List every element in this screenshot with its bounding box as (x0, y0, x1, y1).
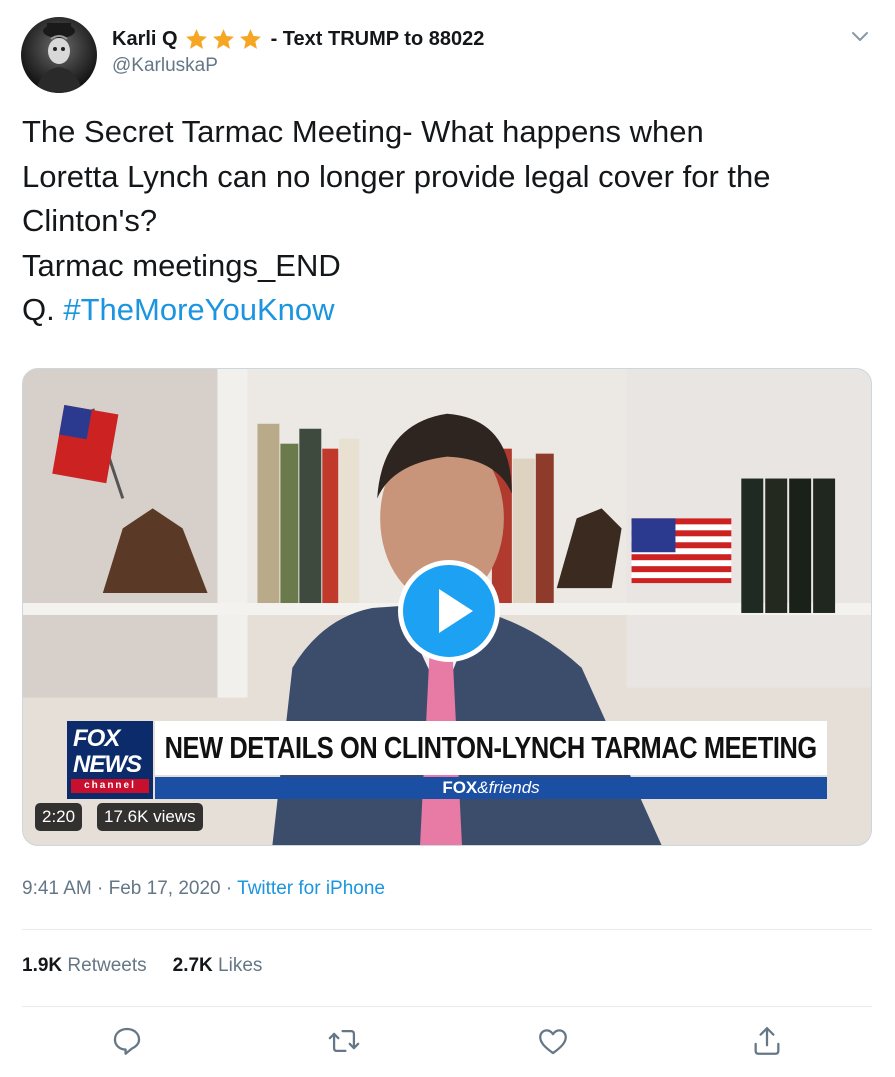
tweet-text-last-line: Q. #TheMoreYouKnow (22, 288, 872, 333)
retweet-button[interactable] (327, 1024, 361, 1058)
avatar-image (35, 23, 83, 93)
show-name-friends: &friends (477, 778, 540, 797)
tweet-meta: 9:41 AM · Feb 17, 2020 · Twitter for iPh… (22, 878, 385, 900)
meta-separator: · (225, 878, 233, 899)
reply-button[interactable] (110, 1024, 144, 1058)
tweet-text-line: Loretta Lynch can no longer provide lega… (22, 158, 771, 194)
star-icon (185, 28, 207, 49)
star-icon (212, 28, 234, 49)
tweet-text-line: Tarmac meetings_END (22, 247, 341, 283)
logo-news-text: NEWS (73, 751, 142, 778)
like-button[interactable] (536, 1024, 570, 1058)
likes-label: Likes (218, 955, 263, 976)
hashtag-link[interactable]: #TheMoreYouKnow (63, 292, 334, 327)
video-player[interactable]: FOX NEWS channel NEW DETAILS ON CLINTON-… (22, 368, 872, 846)
author-name-suffix: - Text TRUMP to 88022 (270, 27, 485, 50)
show-name-bar: FOX &friends (155, 777, 827, 799)
author-handle[interactable]: @KarluskaP (112, 55, 218, 77)
retweets-stat[interactable]: 1.9K Retweets (22, 955, 147, 976)
likes-stat[interactable]: 2.7K Likes (173, 955, 263, 976)
tweet-time[interactable]: 9:41 AM (22, 878, 92, 899)
video-duration: 2:20 (35, 803, 83, 831)
tweet-text-line: Clinton's? (22, 203, 158, 238)
likes-count: 2.7K (172, 955, 213, 976)
divider (22, 1006, 872, 1007)
play-button[interactable] (398, 560, 500, 662)
star-badges (184, 27, 265, 52)
show-name-fox: FOX (442, 778, 478, 797)
retweet-icon (328, 1029, 360, 1053)
logo-channel-text: channel (71, 779, 149, 793)
video-views: 17.6K views (97, 803, 203, 831)
tweet-stats: 1.9K Retweets 2.7K Likes (22, 955, 262, 977)
logo-fox-text: FOX (73, 725, 120, 752)
avatar[interactable] (21, 17, 97, 93)
meta-separator: · (97, 878, 104, 899)
like-icon (539, 1029, 567, 1055)
divider (22, 929, 872, 930)
tweet-text: The Secret Tarmac Meeting- What happens … (22, 110, 872, 333)
news-logo: FOX NEWS channel (67, 721, 153, 799)
tweet-date[interactable]: Feb 17, 2020 (109, 878, 221, 899)
author-display-name[interactable]: Karli Q (112, 28, 178, 51)
retweets-count: 1.9K (22, 955, 63, 976)
tweet-text-line: The Secret Tarmac Meeting- What happens … (22, 114, 704, 149)
play-icon (439, 589, 473, 633)
video-headline: NEW DETAILS ON CLINTON-LYNCH TARMAC MEET… (164, 730, 818, 765)
chevron-down-icon[interactable] (848, 24, 872, 48)
author-name-row[interactable]: Karli Q - Text TRUMP to 88022 (112, 24, 484, 54)
tweet-text-prefix: Q. (22, 292, 55, 327)
star-icon (239, 28, 261, 49)
lower-third-banner: FOX NEWS channel NEW DETAILS ON CLINTON-… (67, 721, 827, 801)
tweet-source-link[interactable]: Twitter for iPhone (237, 878, 385, 899)
share-button[interactable] (750, 1024, 784, 1058)
retweets-label: Retweets (67, 955, 147, 976)
lower-third-headline-bar: NEW DETAILS ON CLINTON-LYNCH TARMAC MEET… (155, 721, 827, 775)
share-icon (754, 1027, 780, 1055)
reply-icon (113, 1027, 141, 1055)
